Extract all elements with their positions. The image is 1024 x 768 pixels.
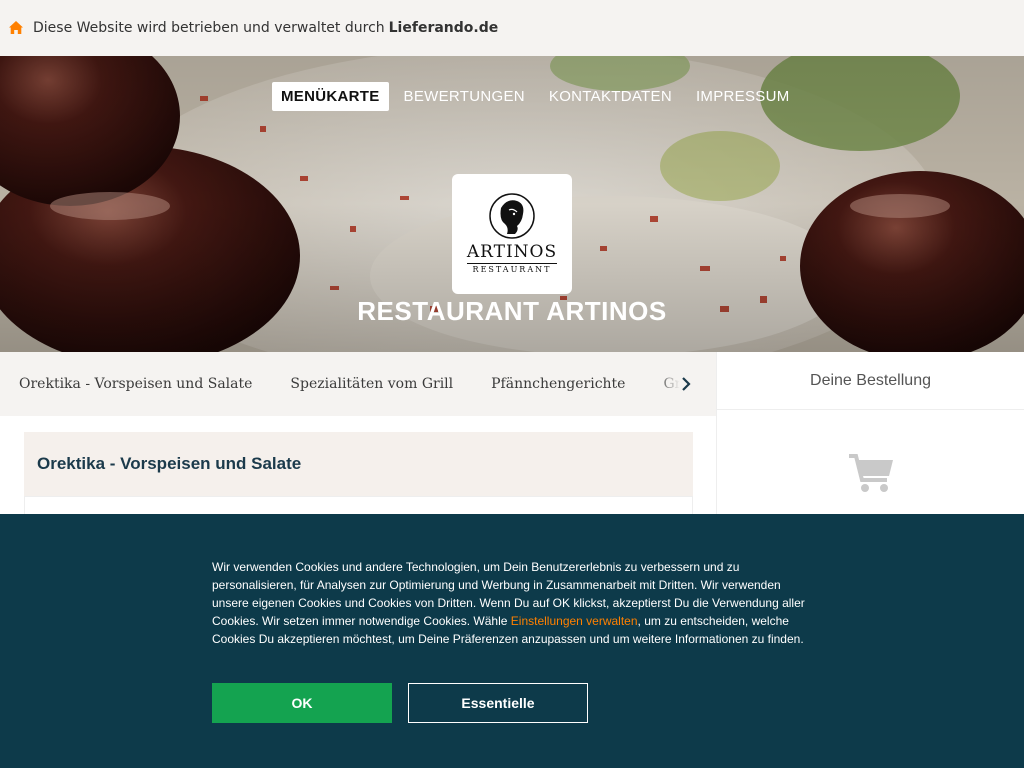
nav-contact[interactable]: KONTAKTDATEN (540, 82, 681, 111)
notice-text: Diese Website wird betrieben und verwalt… (33, 20, 385, 36)
manage-settings-link[interactable]: Einstellungen verwalten (511, 614, 638, 628)
menu-section-title: Orektika - Vorspeisen und Salate (37, 454, 302, 473)
hero-banner: MENÜKARTE BEWERTUNGEN KONTAKTDATEN IMPRE… (0, 56, 1024, 352)
cookie-essential-button[interactable]: Essentielle (408, 683, 588, 723)
category-tab-orektika[interactable]: Orektika - Vorspeisen und Salate (0, 376, 271, 392)
category-bar: Orektika - Vorspeisen und Salate Spezial… (0, 352, 716, 416)
cart-icon (849, 454, 893, 492)
restaurant-logo: ARTINOS RESTAURANT (452, 174, 572, 294)
logo-brand-text: ARTINOS (466, 242, 558, 262)
home-icon (8, 20, 24, 36)
category-scroll-right-button[interactable] (656, 352, 716, 416)
category-tab-pans[interactable]: Pfännchengerichte (472, 376, 644, 392)
cookie-consent-banner: Wir verwenden Cookies und andere Technol… (0, 514, 1024, 768)
logo-portrait-icon (489, 193, 535, 239)
main-navigation: MENÜKARTE BEWERTUNGEN KONTAKTDATEN IMPRE… (272, 82, 805, 111)
cookie-text: Wir verwenden Cookies und andere Technol… (212, 558, 820, 648)
logo-sub-text: RESTAURANT (472, 265, 552, 274)
nav-reviews[interactable]: BEWERTUNGEN (395, 82, 534, 111)
nav-menu[interactable]: MENÜKARTE (272, 82, 389, 111)
nav-imprint[interactable]: IMPRESSUM (687, 82, 799, 111)
menu-section-header: Orektika - Vorspeisen und Salate (24, 432, 693, 496)
category-tab-grill-specials[interactable]: Spezialitäten vom Grill (271, 376, 472, 392)
logo-divider (467, 263, 557, 264)
restaurant-title: RESTAURANT ARTINOS (357, 296, 667, 326)
notice-brand-link[interactable]: Lieferando.de (389, 20, 499, 36)
menu-item-row[interactable] (24, 496, 693, 516)
order-title: Deine Bestellung (717, 352, 1024, 410)
operator-notice-bar: Diese Website wird betrieben und verwalt… (0, 0, 1024, 56)
cookie-ok-button[interactable]: OK (212, 683, 392, 723)
chevron-right-icon (682, 377, 691, 391)
